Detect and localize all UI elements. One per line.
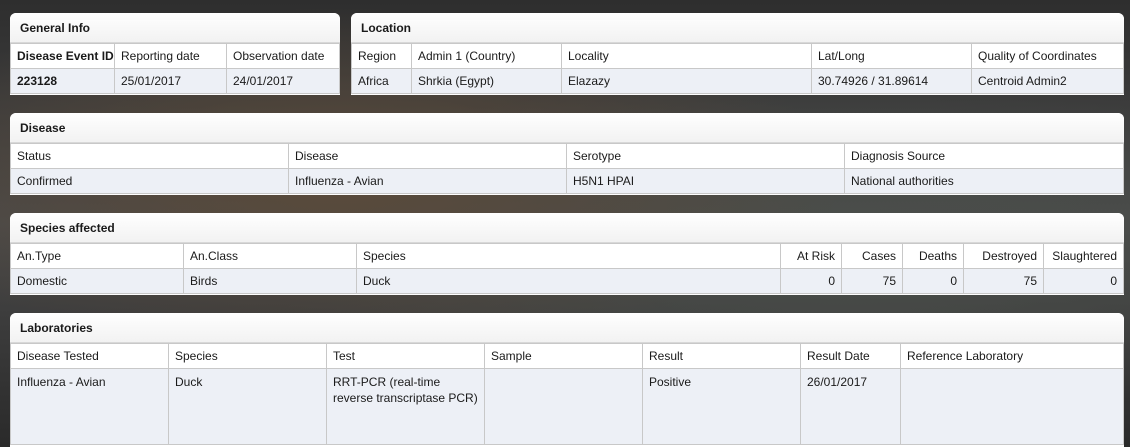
status-cell: Confirmed: [10, 168, 289, 194]
general-info-panel: General Info Disease Event ID Reporting …: [10, 13, 340, 95]
coord-quality-cell: Centroid Admin2: [971, 68, 1124, 94]
region-cell: Africa: [351, 68, 412, 94]
column-header: Diagnosis Source: [844, 143, 1124, 169]
disease-cell: Influenza - Avian: [288, 168, 567, 194]
table-row: Domestic Birds Duck 0 75 0 75 0: [10, 268, 1124, 294]
admin-cell: Shrkia (Egypt): [411, 68, 562, 94]
an-type-cell: Domestic: [10, 268, 184, 294]
species-panel: Species affected An.Type An.Class Specie…: [10, 213, 1124, 295]
disease-tested-cell: Influenza - Avian: [10, 368, 169, 445]
column-header: Disease Event ID: [10, 43, 115, 69]
column-header: Result: [642, 343, 801, 369]
table-header-row: Region Admin 1 (Country) Locality Lat/Lo…: [351, 43, 1124, 69]
location-title: Location: [351, 13, 1124, 43]
general-info-title: General Info: [10, 13, 340, 43]
an-class-cell: Birds: [183, 268, 357, 294]
cases-cell: 75: [841, 268, 903, 294]
latlong-cell: 30.74926 / 31.89614: [811, 68, 972, 94]
observation-date: 24/01/2017: [226, 68, 340, 94]
locality-cell: Elazazy: [561, 68, 812, 94]
column-header: An.Type: [10, 243, 184, 269]
at-risk-cell: 0: [780, 268, 842, 294]
reporting-date: 25/01/2017: [114, 68, 227, 94]
column-header: Lat/Long: [811, 43, 972, 69]
table-header-row: An.Type An.Class Species At Risk Cases D…: [10, 243, 1124, 269]
column-header: Admin 1 (Country): [411, 43, 562, 69]
column-header: Slaughtered: [1043, 243, 1124, 269]
species-table: An.Type An.Class Species At Risk Cases D…: [10, 243, 1124, 294]
general-info-table: Disease Event ID Reporting date Observat…: [10, 43, 340, 94]
location-panel: Location Region Admin 1 (Country) Locali…: [351, 13, 1124, 95]
column-header: Deaths: [902, 243, 964, 269]
column-header: Status: [10, 143, 289, 169]
column-header: Region: [351, 43, 412, 69]
column-header: Sample: [484, 343, 643, 369]
location-table: Region Admin 1 (Country) Locality Lat/Lo…: [351, 43, 1124, 94]
diagnosis-source-cell: National authorities: [844, 168, 1124, 194]
table-header-row: Disease Tested Species Test Sample Resul…: [10, 343, 1124, 369]
disease-table: Status Disease Serotype Diagnosis Source…: [10, 143, 1124, 194]
species-title: Species affected: [10, 213, 1124, 243]
laboratories-panel: Laboratories Disease Tested Species Test…: [10, 313, 1124, 447]
column-header: At Risk: [780, 243, 842, 269]
disease-event-id: 223128: [10, 68, 115, 94]
deaths-cell: 0: [902, 268, 964, 294]
column-header: Disease: [288, 143, 567, 169]
laboratories-table: Disease Tested Species Test Sample Resul…: [10, 343, 1124, 445]
table-header-row: Status Disease Serotype Diagnosis Source: [10, 143, 1124, 169]
column-header: Locality: [561, 43, 812, 69]
column-header: Species: [168, 343, 327, 369]
column-header: Species: [356, 243, 781, 269]
table-row: Confirmed Influenza - Avian H5N1 HPAI Na…: [10, 168, 1124, 194]
column-header: Cases: [841, 243, 903, 269]
test-cell: RRT-PCR (real-time reverse transcriptase…: [326, 368, 485, 445]
column-header: Reporting date: [114, 43, 227, 69]
table-row: Africa Shrkia (Egypt) Elazazy 30.74926 /…: [351, 68, 1124, 94]
destroyed-cell: 75: [963, 268, 1044, 294]
column-header: Quality of Coordinates: [971, 43, 1124, 69]
reference-laboratory-cell: [900, 368, 1124, 445]
sample-cell: [484, 368, 643, 445]
column-header: Disease Tested: [10, 343, 169, 369]
column-header: Reference Laboratory: [900, 343, 1124, 369]
column-header: Serotype: [566, 143, 845, 169]
slaughtered-cell: 0: [1043, 268, 1124, 294]
column-header: An.Class: [183, 243, 357, 269]
species-cell: Duck: [356, 268, 781, 294]
lab-species-cell: Duck: [168, 368, 327, 445]
disease-panel: Disease Status Disease Serotype Diagnosi…: [10, 113, 1124, 195]
table-row: 223128 25/01/2017 24/01/2017: [10, 68, 340, 94]
result-cell: Positive: [642, 368, 801, 445]
serotype-cell: H5N1 HPAI: [566, 168, 845, 194]
column-header: Test: [326, 343, 485, 369]
result-date-cell: 26/01/2017: [800, 368, 901, 445]
table-row: Influenza - Avian Duck RRT-PCR (real-tim…: [10, 368, 1124, 445]
column-header: Result Date: [800, 343, 901, 369]
disease-title: Disease: [10, 113, 1124, 143]
laboratories-title: Laboratories: [10, 313, 1124, 343]
table-header-row: Disease Event ID Reporting date Observat…: [10, 43, 340, 69]
column-header: Destroyed: [963, 243, 1044, 269]
column-header: Observation date: [226, 43, 340, 69]
